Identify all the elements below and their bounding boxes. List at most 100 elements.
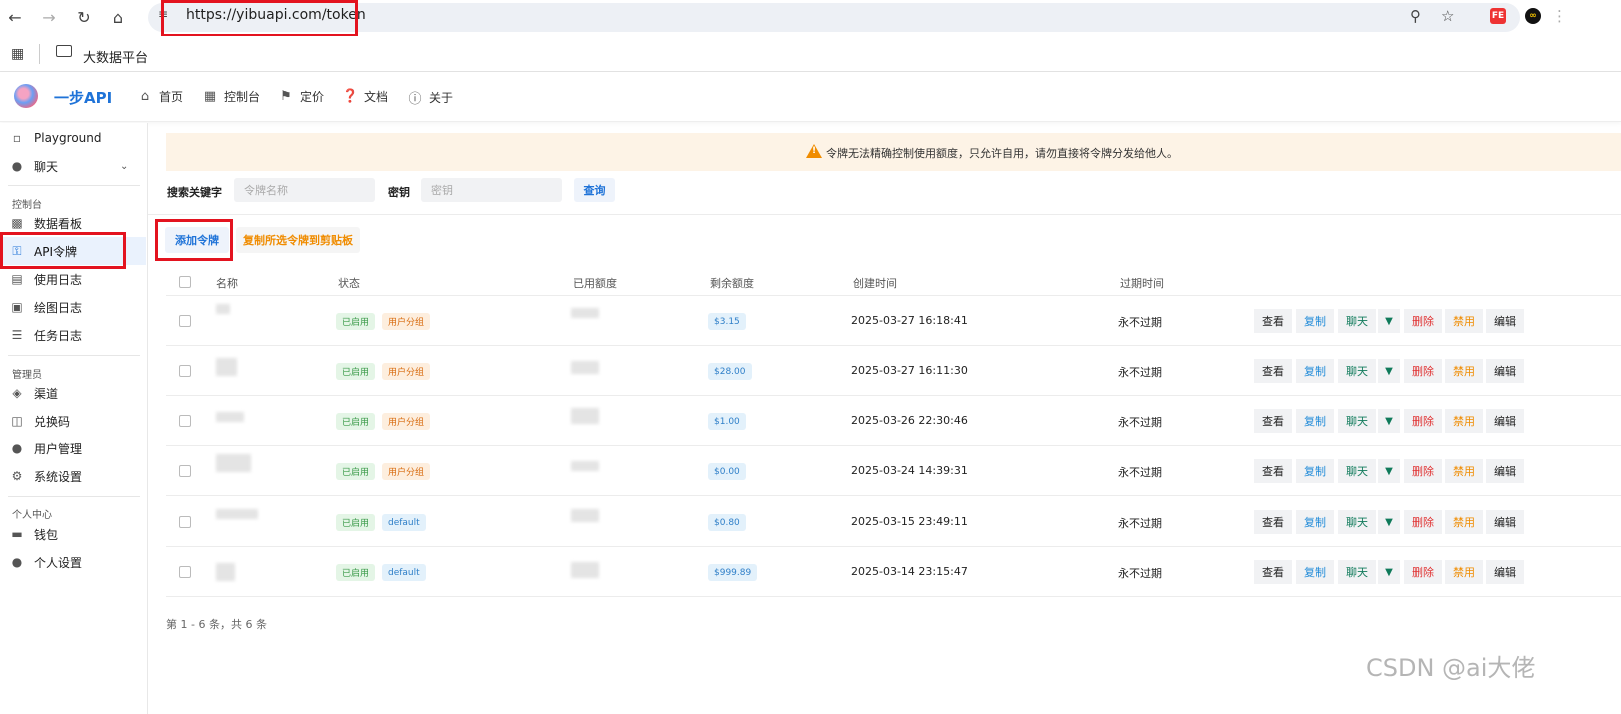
delete-button[interactable]: 删除 [1404, 359, 1442, 383]
copy-button[interactable]: 复制 [1296, 510, 1334, 534]
copy-button[interactable]: 复制 [1296, 359, 1334, 383]
expires-time: 永不过期 [1118, 416, 1162, 429]
row-checkbox[interactable] [179, 465, 191, 477]
menu-icon[interactable]: ⋮ [1552, 7, 1567, 25]
sidebar-item-chat[interactable]: ● 聊天 ⌄ [0, 152, 146, 180]
token-name-redacted [216, 358, 237, 376]
view-button[interactable]: 查看 [1254, 560, 1292, 584]
chevron-down-icon[interactable]: ⌄ [120, 161, 128, 172]
chat-dropdown-icon[interactable]: ▼ [1378, 560, 1400, 584]
sidebar-item-wallet[interactable]: ▬ 钱包 [0, 520, 146, 548]
select-all-checkbox[interactable] [179, 276, 191, 288]
reload-icon[interactable]: ↻ [73, 6, 95, 28]
chat-button[interactable]: 聊天 [1338, 309, 1376, 333]
copy-selected-button[interactable]: 复制所选令牌到剪贴板 [236, 227, 360, 253]
copy-button[interactable]: 复制 [1296, 409, 1334, 433]
sidebar-item-settings[interactable]: ⚙ 系统设置 [0, 462, 146, 490]
row-checkbox[interactable] [179, 516, 191, 528]
sidebar-item-drawing-log[interactable]: ▣ 绘图日志 [0, 293, 146, 321]
row-checkbox[interactable] [179, 566, 191, 578]
zoom-icon[interactable]: ⚲ [1410, 7, 1421, 25]
disable-button[interactable]: 禁用 [1445, 409, 1483, 433]
disable-button[interactable]: 禁用 [1445, 309, 1483, 333]
warning-banner: 令牌无法精确控制使用额度，只允许自用，请勿直接将令牌分发给他人。 [166, 133, 1621, 171]
query-button[interactable]: 查询 [574, 178, 615, 202]
extension-infinity-icon[interactable]: ∞ [1525, 8, 1541, 24]
chat-dropdown-icon[interactable]: ▼ [1378, 359, 1400, 383]
view-button[interactable]: 查看 [1254, 309, 1292, 333]
token-name-redacted [216, 454, 251, 472]
nav-about[interactable]: ⓘ 关于 [407, 88, 453, 107]
key-input[interactable] [421, 178, 562, 202]
chat-dropdown-icon[interactable]: ▼ [1378, 409, 1400, 433]
edit-button[interactable]: 编辑 [1486, 359, 1524, 383]
row-checkbox[interactable] [179, 415, 191, 427]
group-badge: default [382, 564, 426, 581]
copy-button[interactable]: 复制 [1296, 560, 1334, 584]
nav-console[interactable]: ▦ 控制台 [202, 88, 260, 105]
chat-button[interactable]: 聊天 [1338, 459, 1376, 483]
nav-docs[interactable]: ❓ 文档 [342, 88, 388, 105]
table-row: 已启用 default $999.89 2025-03-14 23:15:47 永不过期… [166, 547, 1621, 597]
row-checkbox[interactable] [179, 315, 191, 327]
sidebar-item-profile[interactable]: ● 个人设置 [0, 548, 146, 576]
chat-dropdown-icon[interactable]: ▼ [1378, 309, 1400, 333]
nav-home[interactable]: ⌂ 首页 [137, 88, 183, 105]
apps-grid-icon[interactable]: ▦ [11, 46, 24, 62]
token-name-input[interactable] [234, 178, 375, 202]
chat-button[interactable]: 聊天 [1338, 510, 1376, 534]
extension-fe-icon[interactable]: FE [1490, 8, 1506, 24]
edit-button[interactable]: 编辑 [1486, 560, 1524, 584]
sidebar-item-redeem[interactable]: ◫ 兑换码 [0, 407, 146, 435]
expires-time: 永不过期 [1118, 316, 1162, 329]
chat-dropdown-icon[interactable]: ▼ [1378, 459, 1400, 483]
disable-button[interactable]: 禁用 [1445, 510, 1483, 534]
delete-button[interactable]: 删除 [1404, 409, 1442, 433]
view-button[interactable]: 查看 [1254, 459, 1292, 483]
edit-button[interactable]: 编辑 [1486, 409, 1524, 433]
copy-button[interactable]: 复制 [1296, 459, 1334, 483]
sidebar-item-playground[interactable]: ▫ Playground [0, 124, 146, 152]
sidebar-item-task-log[interactable]: ☰ 任务日志 [0, 321, 146, 349]
remaining-quota-badge: $28.00 [708, 363, 752, 380]
image-icon: ▣ [11, 300, 23, 314]
chat-dropdown-icon[interactable]: ▼ [1378, 510, 1400, 534]
api-tokens-highlight-box [0, 232, 126, 269]
row-checkbox[interactable] [179, 365, 191, 377]
chat-button[interactable]: 聊天 [1338, 560, 1376, 584]
sidebar-item-users[interactable]: ● 用户管理 [0, 434, 146, 462]
disable-button[interactable]: 禁用 [1445, 459, 1483, 483]
back-icon[interactable]: ← [4, 6, 26, 28]
edit-button[interactable]: 编辑 [1486, 309, 1524, 333]
created-time: 2025-03-15 23:49:11 [851, 515, 968, 528]
forward-icon[interactable]: → [38, 6, 60, 28]
remaining-quota-badge: $999.89 [708, 564, 758, 581]
col-remaining: 剩余额度 [710, 277, 754, 290]
sidebar-item-usage-log[interactable]: ▤ 使用日志 [0, 265, 146, 293]
chat-button[interactable]: 聊天 [1338, 359, 1376, 383]
nav-pricing[interactable]: ⚑ 定价 [278, 88, 324, 105]
view-button[interactable]: 查看 [1254, 359, 1292, 383]
delete-button[interactable]: 删除 [1404, 560, 1442, 584]
edit-button[interactable]: 编辑 [1486, 510, 1524, 534]
url-highlight-box [161, 0, 358, 37]
delete-button[interactable]: 删除 [1404, 309, 1442, 333]
used-quota-redacted [571, 509, 599, 522]
view-button[interactable]: 查看 [1254, 409, 1292, 433]
sidebar-item-channels[interactable]: ◈ 渠道 [0, 379, 146, 407]
home-browser-icon[interactable]: ⌂ [107, 6, 129, 28]
chat-button[interactable]: 聊天 [1338, 409, 1376, 433]
edit-button[interactable]: 编辑 [1486, 459, 1524, 483]
copy-button[interactable]: 复制 [1296, 309, 1334, 333]
disable-button[interactable]: 禁用 [1445, 560, 1483, 584]
tag-icon: ⚑ [280, 89, 292, 104]
brand-name[interactable]: 一步API [54, 87, 112, 108]
view-button[interactable]: 查看 [1254, 510, 1292, 534]
bookmark-folder[interactable]: 大数据平台 [83, 47, 148, 66]
col-used: 已用额度 [573, 277, 617, 290]
remaining-quota-badge: $1.00 [708, 413, 746, 430]
disable-button[interactable]: 禁用 [1445, 359, 1483, 383]
delete-button[interactable]: 删除 [1404, 510, 1442, 534]
delete-button[interactable]: 删除 [1404, 459, 1442, 483]
star-icon[interactable]: ☆ [1441, 7, 1454, 25]
